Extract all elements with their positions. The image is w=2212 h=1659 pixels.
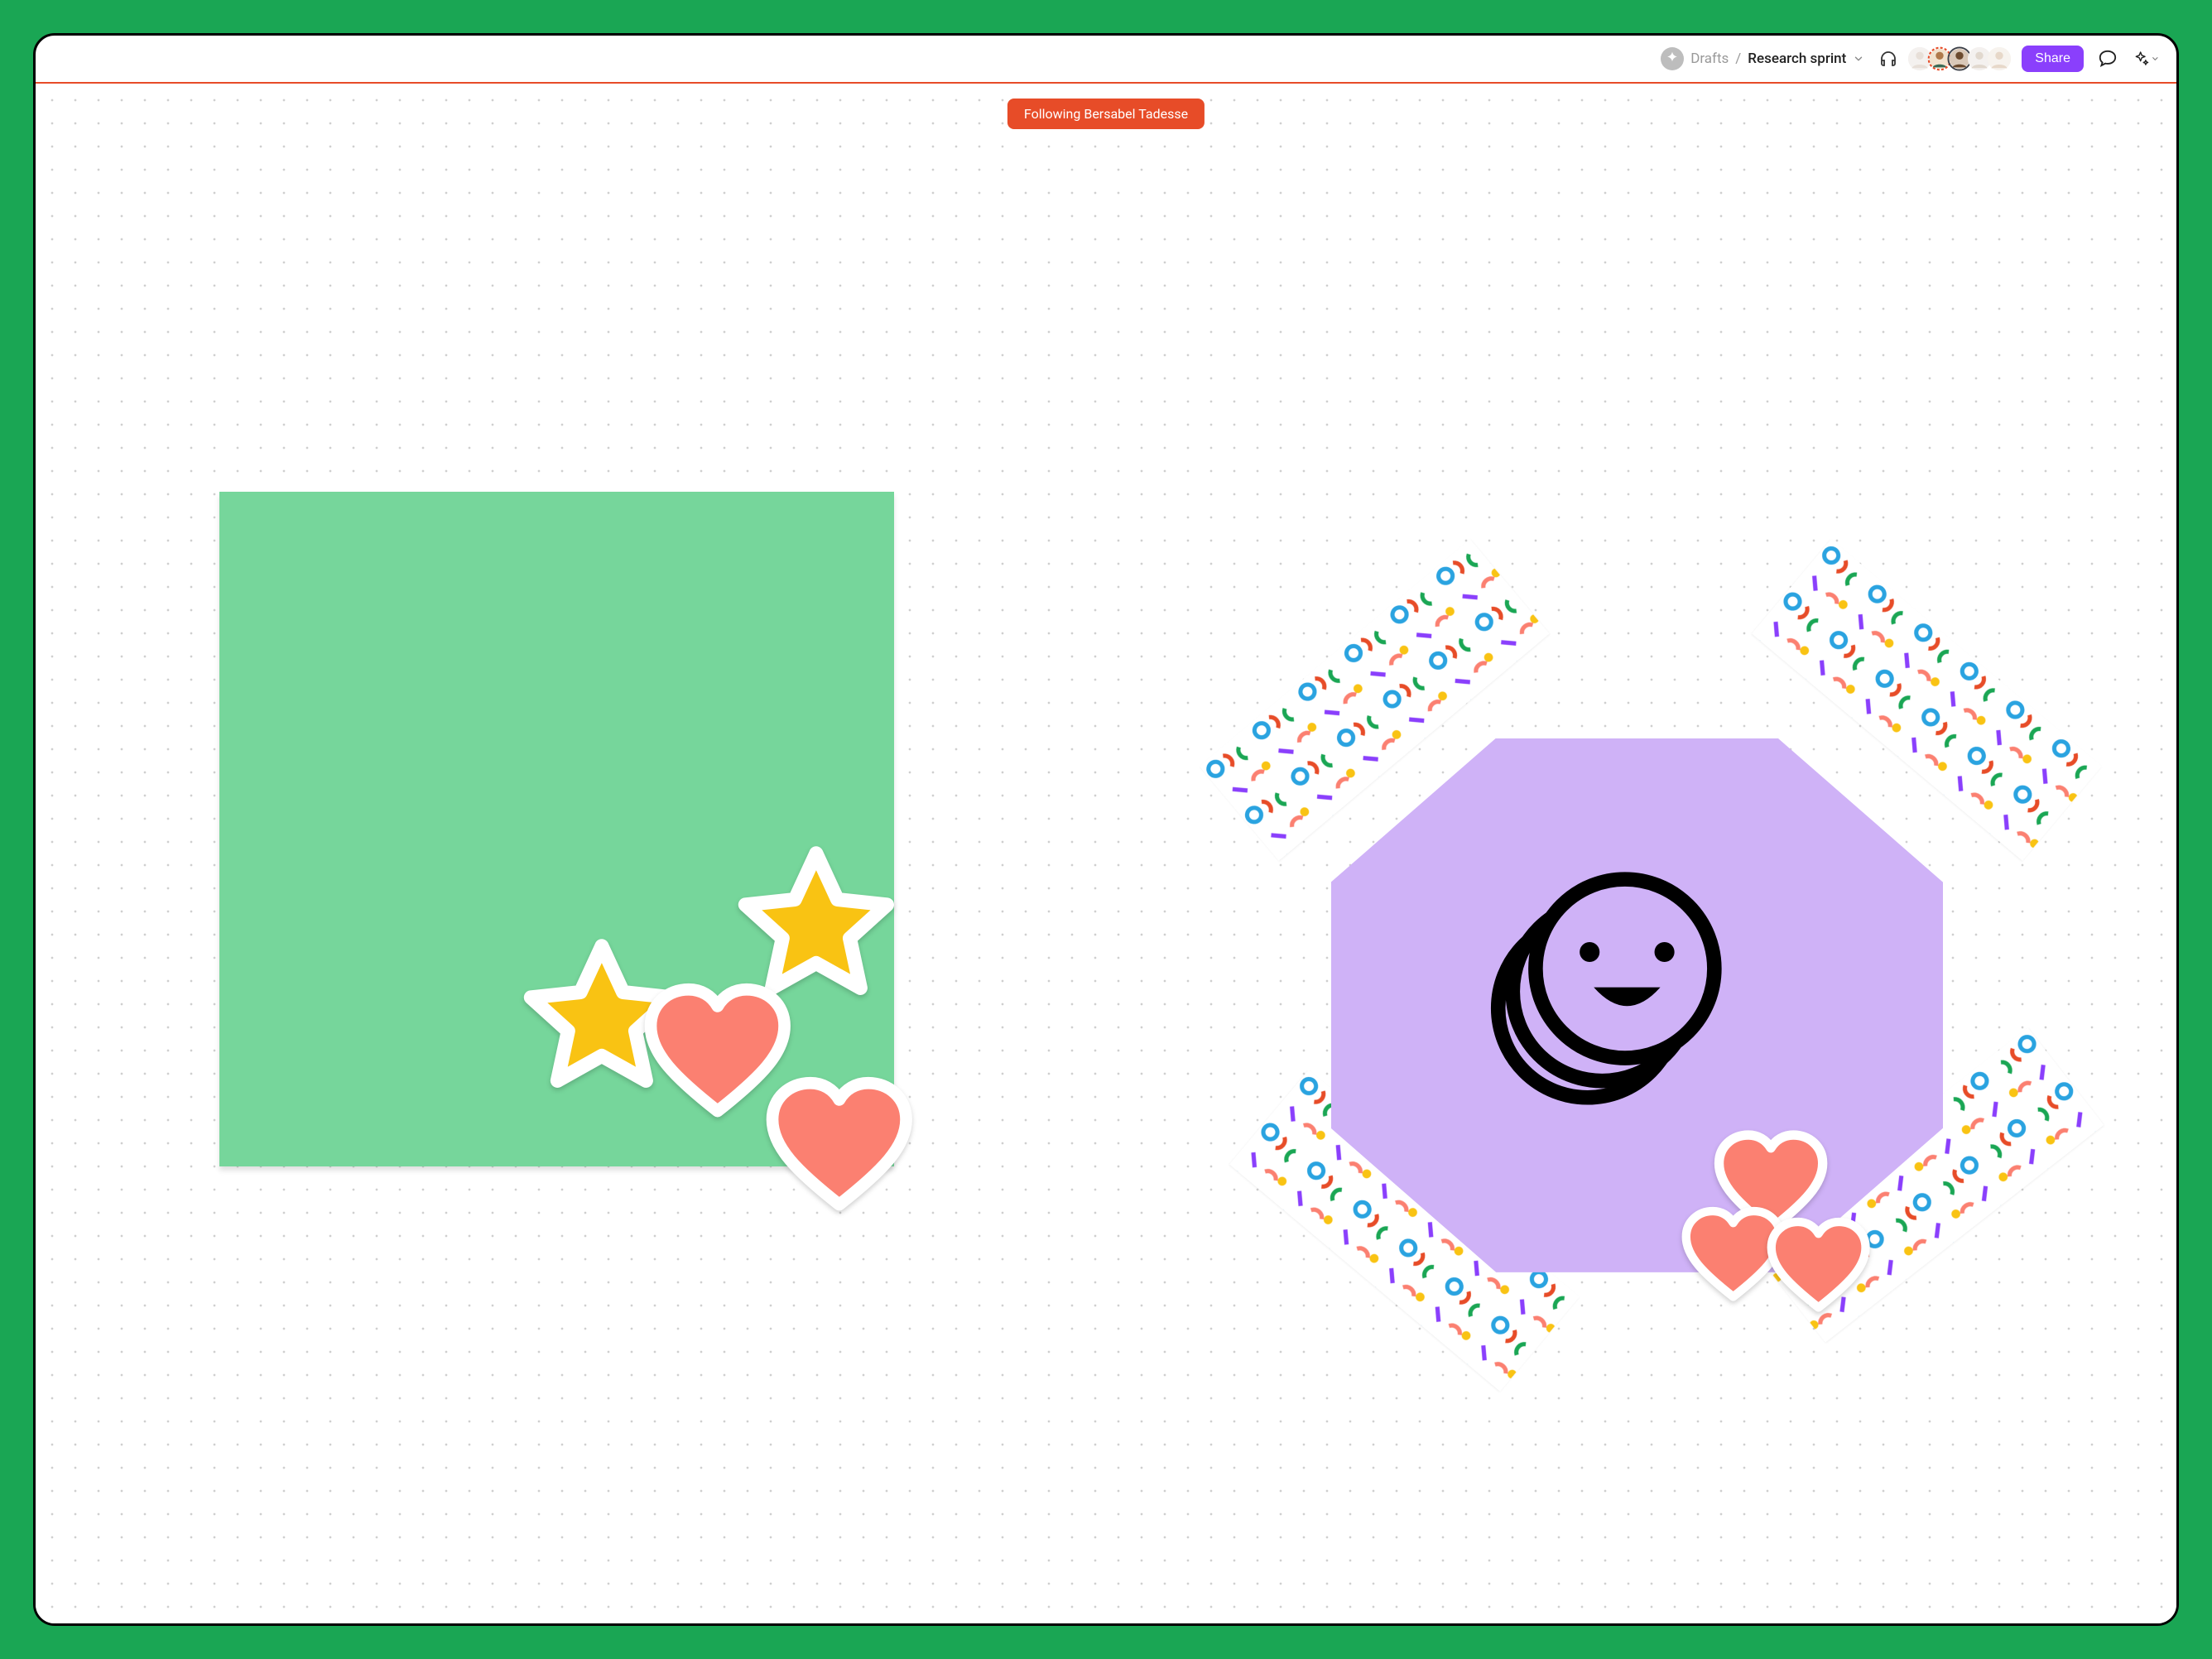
smiley-stack-sticker[interactable] bbox=[1470, 858, 1747, 1108]
heart-sticker-5[interactable] bbox=[1765, 1215, 1872, 1319]
chevron-down-icon[interactable] bbox=[1853, 53, 1864, 65]
app-window: Drafts / Research sprint Share bbox=[33, 33, 2179, 1626]
headphones-icon[interactable] bbox=[1874, 45, 1902, 73]
figjam-logo-icon bbox=[1661, 47, 1684, 70]
ai-sparkle-icon[interactable] bbox=[2132, 45, 2160, 73]
comments-icon[interactable] bbox=[2094, 45, 2122, 73]
breadcrumb-document[interactable]: Research sprint bbox=[1748, 50, 1846, 67]
top-toolbar: Drafts / Research sprint Share bbox=[36, 36, 2176, 82]
canvas[interactable]: Following Bersabel Tadesse bbox=[36, 84, 2176, 1623]
heart-sticker-2[interactable] bbox=[763, 1074, 916, 1220]
breadcrumb-folder[interactable]: Drafts bbox=[1690, 50, 1729, 67]
collaborator-avatars[interactable] bbox=[1912, 46, 2012, 71]
following-chip[interactable]: Following Bersabel Tadesse bbox=[1007, 99, 1205, 129]
breadcrumb[interactable]: Drafts / Research sprint bbox=[1661, 47, 1864, 70]
share-button[interactable]: Share bbox=[2022, 46, 2084, 72]
breadcrumb-separator: / bbox=[1735, 50, 1741, 67]
avatar-user-5[interactable] bbox=[1987, 46, 2012, 71]
